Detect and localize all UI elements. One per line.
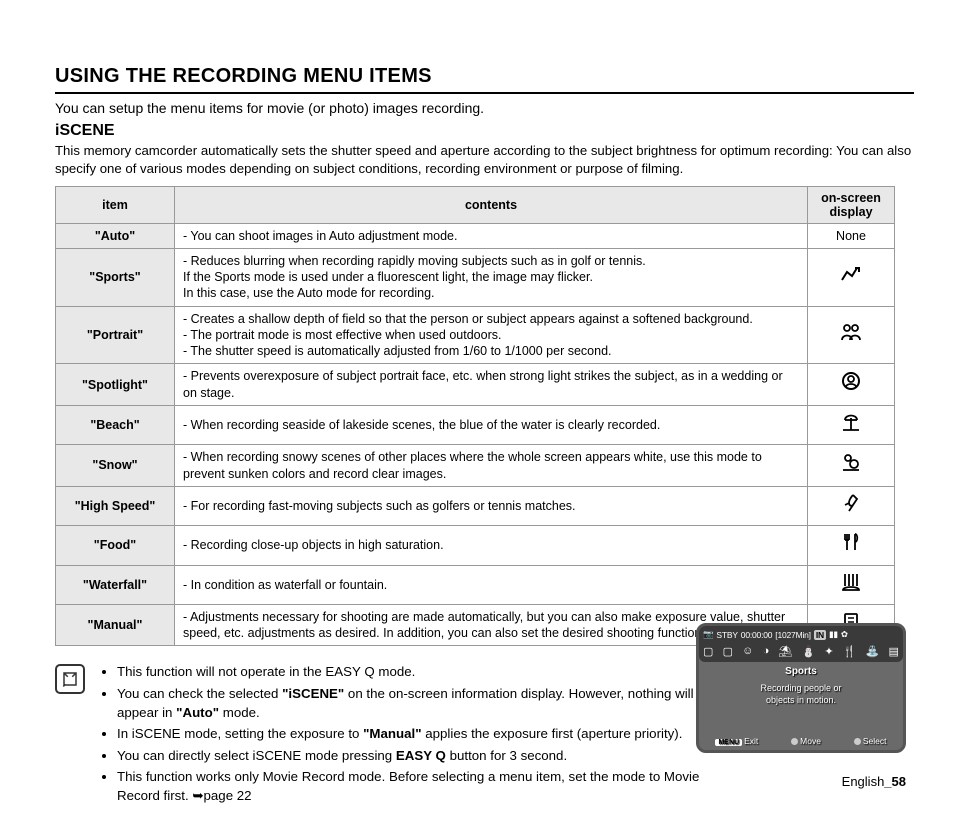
mode-contents: - Recording close-up objects in high sat… [175, 526, 808, 565]
mode-name: "Manual" [56, 604, 175, 646]
modes-table: item contents on-screendisplay "Auto"- Y… [55, 186, 895, 647]
mode-display-icon [808, 405, 895, 444]
auto-icon: ▢ [703, 645, 713, 658]
page-title: USING THE RECORDING MENU ITEMS [55, 65, 914, 94]
highspeed-icon [839, 491, 863, 515]
lcd-exit: MENUExit [715, 736, 758, 746]
intro-text: You can setup the menu items for movie (… [55, 100, 914, 116]
table-row: "Sports"- Reduces blurring when recordin… [56, 248, 895, 306]
mode-display-icon [808, 565, 895, 604]
mode-contents: - You can shoot images in Auto adjustmen… [175, 223, 808, 248]
note-item: This function will not operate in the EA… [117, 662, 707, 681]
section-rest: SCENE [59, 122, 114, 139]
beach-icon: ⛱ [778, 645, 792, 658]
sports-icon [839, 262, 863, 286]
spotlight-icon: ◑ [763, 645, 770, 658]
lcd-select: Select [854, 736, 887, 746]
mode-display-icon: None [808, 223, 895, 248]
section-description: This memory camcorder automatically sets… [55, 142, 914, 178]
mode-contents: - Creates a shallow depth of field so th… [175, 306, 808, 364]
mode-contents: - For recording fast-moving subjects suc… [175, 486, 808, 525]
note-item: This function works only Movie Record mo… [117, 767, 707, 806]
note-item: You can check the selected "iSCENE" on t… [117, 684, 707, 723]
mode-display-icon [808, 248, 895, 306]
battery-icon: ▮▮ [829, 629, 838, 640]
note-item: You can directly select iSCENE mode pres… [117, 746, 707, 765]
beach-icon [839, 410, 863, 434]
table-row: "Spotlight"- Prevents overexposure of su… [56, 364, 895, 406]
section-heading: iSCENE [55, 122, 914, 140]
lcd-topbar: 📷 STBY 00:00:00 [1027Min] IN ▮▮ ✿ [699, 626, 903, 643]
mode-contents: - When recording seaside of lakeside sce… [175, 405, 808, 444]
mode-name: "Snow" [56, 445, 175, 487]
lcd-mode-label: Sports [699, 666, 903, 677]
table-row: "Food"- Recording close-up objects in hi… [56, 526, 895, 565]
flower-icon: ✿ [841, 629, 848, 640]
mode-contents: - When recording snowy scenes of other p… [175, 445, 808, 487]
table-row: "Portrait"- Creates a shallow depth of f… [56, 306, 895, 364]
th-contents: contents [175, 186, 808, 223]
table-row: "High Speed"- For recording fast-moving … [56, 486, 895, 525]
snow-icon: ⛄ [802, 645, 816, 658]
lcd-remain: [1027Min] [775, 630, 811, 640]
mode-name: "Waterfall" [56, 565, 175, 604]
lcd-preview: 📷 STBY 00:00:00 [1027Min] IN ▮▮ ✿ ▢ ▢ ☺ … [696, 623, 906, 753]
lcd-move: Move [791, 736, 821, 746]
highspeed-icon: ✦ [824, 645, 833, 658]
mode-contents: - Prevents overexposure of subject portr… [175, 364, 808, 406]
table-row: "Snow"- When recording snowy scenes of o… [56, 445, 895, 487]
lcd-mode-desc: Recording people orobjects in motion. [699, 683, 903, 706]
waterfall-icon [839, 570, 863, 594]
table-row: "Auto"- You can shoot images in Auto adj… [56, 223, 895, 248]
camera-icon: 📷 [703, 629, 713, 640]
mode-display-icon [808, 364, 895, 406]
notes-list: This function will not operate in the EA… [99, 662, 707, 807]
mode-name: "Beach" [56, 405, 175, 444]
note-icon [55, 664, 85, 694]
mode-name: "Spotlight" [56, 364, 175, 406]
mode-display-icon [808, 526, 895, 565]
portrait-icon: ☺ [742, 645, 753, 658]
food-icon [839, 530, 863, 554]
mode-contents: - Reduces blurring when recording rapidl… [175, 248, 808, 306]
table-row: "Waterfall"- In condition as waterfall o… [56, 565, 895, 604]
portrait-icon [839, 320, 863, 344]
mode-name: "Auto" [56, 223, 175, 248]
mode-display-icon [808, 445, 895, 487]
lcd-time: 00:00:00 [741, 630, 773, 640]
spotlight-icon [839, 369, 863, 393]
lcd-bottom-bar: MENUExit Move Select [699, 736, 903, 746]
waterfall-icon: ⛲ [866, 645, 880, 658]
mode-display-icon [808, 306, 895, 364]
manual-icon: ▤ [889, 645, 899, 658]
lcd-stby: STBY [716, 630, 737, 640]
mode-contents: - In condition as waterfall or fountain. [175, 565, 808, 604]
th-item: item [56, 186, 175, 223]
table-row: "Beach"- When recording seaside of lakes… [56, 405, 895, 444]
th-display: on-screendisplay [808, 186, 895, 223]
mode-name: "Food" [56, 526, 175, 565]
mode-name: "Portrait" [56, 306, 175, 364]
note-item: In iSCENE mode, setting the exposure to … [117, 724, 707, 743]
lcd-iconrow: ▢ ▢ ☺ ◑ ⛱ ⛄ ✦ 🍴 ⛲ ▤ [699, 643, 903, 662]
snow-icon [839, 450, 863, 474]
mode-name: "High Speed" [56, 486, 175, 525]
mode-display-icon [808, 486, 895, 525]
lcd-in-chip: IN [814, 630, 826, 640]
mode-name: "Sports" [56, 248, 175, 306]
sports-icon: ▢ [723, 645, 733, 658]
food-icon: 🍴 [843, 645, 857, 658]
page-footer: English_58 [842, 774, 906, 789]
